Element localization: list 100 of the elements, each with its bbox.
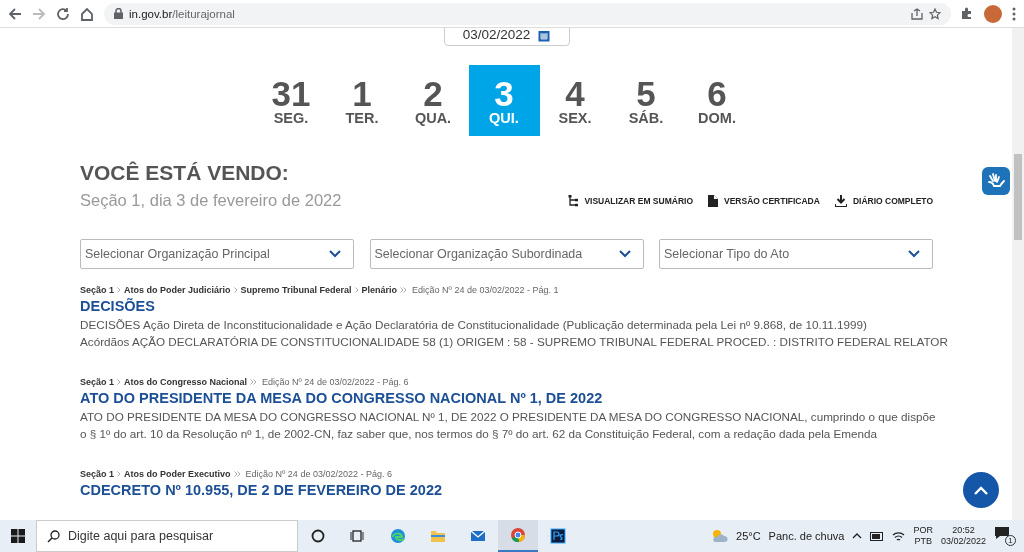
share-icon[interactable]: [911, 7, 923, 20]
day-tab[interactable]: 4 SEX.: [539, 65, 611, 136]
breadcrumb-link[interactable]: Atos do Poder Executivo: [124, 469, 231, 479]
chevron-down-icon: [329, 250, 341, 258]
weekday-label: QUI.: [489, 110, 519, 126]
keyboard-layout[interactable]: PTB: [914, 536, 932, 547]
section-heading: VOCÊ ESTÁ VENDO:: [80, 161, 290, 185]
mail-icon[interactable]: [470, 528, 486, 544]
windows-icon[interactable]: [11, 529, 25, 543]
wifi-icon[interactable]: [892, 530, 906, 542]
clock-time[interactable]: 20:52: [952, 525, 975, 536]
weekday-label: DOM.: [698, 110, 736, 126]
chevron-up-icon: [974, 485, 988, 495]
reload-icon[interactable]: [56, 6, 70, 21]
toolbar-link[interactable]: VISUALIZAR EM SUMÁRIO: [568, 194, 693, 207]
taskbar-search-field[interactable]: Digite aqui para pesquisar: [36, 520, 298, 552]
breadcrumb-link[interactable]: Seção 1: [80, 285, 115, 295]
edition-info: Edição Nº 24 de 03/02/2022 - Pág. 6: [245, 469, 392, 479]
chevron-right-icon: [354, 287, 359, 293]
cortana-icon[interactable]: [310, 528, 326, 544]
result-title[interactable]: CDECRETO Nº 10.955, DE 2 DE FEVEREIRO DE 2022: [80, 482, 443, 498]
star-icon[interactable]: [929, 7, 941, 20]
back-icon[interactable]: [8, 6, 22, 21]
language-code[interactable]: POR: [913, 525, 933, 536]
day-number: 6: [707, 77, 727, 110]
date-field[interactable]: 03/02/2022: [443, 28, 570, 46]
result-excerpt: DECISÕES Ação Direta de Inconstitucionalidade e Ação Declaratória de Constitucionalidade (Publicação determinada pela Lei nº 9.868, de 10.11.1999): [80, 317, 868, 333]
clock-date[interactable]: 03/02/2022: [940, 536, 986, 547]
chevron-right-icon: [117, 471, 122, 477]
double-chevron-icon: [400, 287, 408, 293]
address-bar[interactable]: in.gov.br/leiturajornal: [104, 2, 951, 25]
scroll-top-button[interactable]: [963, 472, 999, 508]
chevron-down-icon: [908, 250, 920, 258]
day-tab[interactable]: 2 QUA.: [397, 65, 469, 136]
scrollbar-thumb[interactable]: [1014, 154, 1022, 240]
notification-count: 1: [1005, 535, 1016, 546]
task-view-icon[interactable]: [350, 528, 366, 544]
day-tab[interactable]: 6 DOM.: [681, 65, 753, 136]
edition-info: Edição Nº 24 de 03/02/2022 - Pág. 1: [412, 285, 559, 295]
calendar-icon[interactable]: [538, 30, 551, 42]
breadcrumb-link[interactable]: Supremo Tribunal Federal: [240, 285, 352, 295]
chevron-right-icon: [117, 379, 122, 385]
day-tab[interactable]: 5 SÁB.: [610, 65, 682, 136]
day-number: 2: [423, 77, 443, 110]
edge-icon[interactable]: [390, 528, 406, 544]
weekday-label: SEX.: [558, 110, 592, 126]
photoshop-icon[interactable]: [550, 528, 566, 544]
battery-icon[interactable]: [870, 531, 885, 541]
breadcrumb-link[interactable]: Seção 1: [80, 377, 115, 387]
day-tab[interactable]: 31 SEG.: [255, 65, 327, 136]
document-icon: [708, 194, 718, 207]
edition-info: Edição Nº 24 de 03/02/2022 - Pág. 6: [262, 377, 409, 387]
breadcrumb-link[interactable]: Seção 1: [80, 469, 115, 479]
section-subtitle: Seção 1, dia 3 de fevereiro de 2022: [80, 191, 343, 210]
tree-icon: [568, 194, 579, 207]
profile-avatar[interactable]: [984, 4, 1002, 23]
chrome-icon[interactable]: [510, 527, 526, 543]
url-text: in.gov.br/leiturajornal: [129, 7, 235, 20]
weekday-label: QUA.: [414, 110, 452, 126]
day-number: 1: [352, 77, 372, 110]
home-icon[interactable]: [80, 6, 94, 21]
result-title[interactable]: ATO DO PRESIDENTE DA MESA DO CONGRESSO NACIONAL Nº 1, DE 2022: [80, 390, 603, 406]
toolbar-link[interactable]: VERSÃO CERTIFICADA: [708, 194, 820, 207]
notification-icon[interactable]: [994, 526, 1010, 540]
double-chevron-icon: [250, 379, 258, 385]
double-chevron-icon: [233, 471, 241, 477]
puzzle-icon[interactable]: [961, 7, 974, 20]
folder-icon[interactable]: [430, 528, 446, 544]
weekday-label: SEG.: [273, 110, 309, 126]
result-excerpt: ATO DO PRESIDENTE DA MESA DO CONGRESSO NACIONAL Nº 1, DE 2022 O PRESIDENTE DA MESA DO CONGRESSO NACIONAL, cumprindo o que dispõe: [80, 409, 936, 425]
dropdown-field[interactable]: Selecionar Organização Subordinada: [369, 239, 644, 269]
dropdown-field[interactable]: Selecionar Tipo do Ato: [659, 239, 933, 269]
date-value: 03/02/2022: [462, 28, 531, 42]
dropdown-placeholder: Selecionar Organização Subordinada: [374, 247, 583, 261]
search-placeholder: Digite aqui para pesquisar: [68, 529, 214, 543]
chevron-right-icon: [117, 287, 122, 293]
search-icon: [47, 529, 60, 543]
dropdown-field[interactable]: Selecionar Organização Principal: [80, 239, 354, 269]
weekday-label: SÁB.: [628, 110, 664, 126]
breadcrumb-link[interactable]: Atos do Poder Judiciário: [124, 285, 231, 295]
hands-icon: [987, 173, 1005, 189]
chevron-right-icon: [233, 287, 238, 293]
dropdown-placeholder: Selecionar Tipo do Ato: [664, 247, 790, 261]
accessibility-button[interactable]: [982, 167, 1010, 195]
toolbar-link[interactable]: DIÁRIO COMPLETO: [834, 194, 933, 207]
day-number: 4: [565, 77, 585, 110]
day-tab[interactable]: 1 TER.: [326, 65, 398, 136]
result-excerpt: o § 1º do art. 10 da Resolução nº 1, de 2002-CN, faz saber que, nos termos do § 7º do art. 62 da Constituição Federal, com a redação dada pela Emenda: [80, 426, 878, 442]
result-excerpt: Acórdãos AÇÃO DECLARATÓRIA DE CONSTITUCIONALIDADE 58 (1) ORIGEM : 58 - SUPREMO TRIBUNAL FEDERAL PROCED. : DISTRITO FEDERAL RELATOR: [80, 334, 948, 350]
breadcrumb-link[interactable]: Atos do Congresso Nacional: [124, 377, 248, 387]
chevron-up-icon[interactable]: [852, 533, 863, 539]
result-title[interactable]: DECISÕES: [80, 298, 155, 314]
day-number: 31: [271, 77, 311, 110]
temperature: 25°C: [736, 530, 761, 542]
day-number: 3: [494, 77, 514, 110]
dropdown-placeholder: Selecionar Organização Principal: [85, 247, 270, 261]
more-icon[interactable]: [1012, 6, 1016, 21]
chevron-down-icon: [618, 250, 631, 258]
day-number: 5: [636, 77, 656, 110]
breadcrumb-link[interactable]: Plenário: [361, 285, 398, 295]
